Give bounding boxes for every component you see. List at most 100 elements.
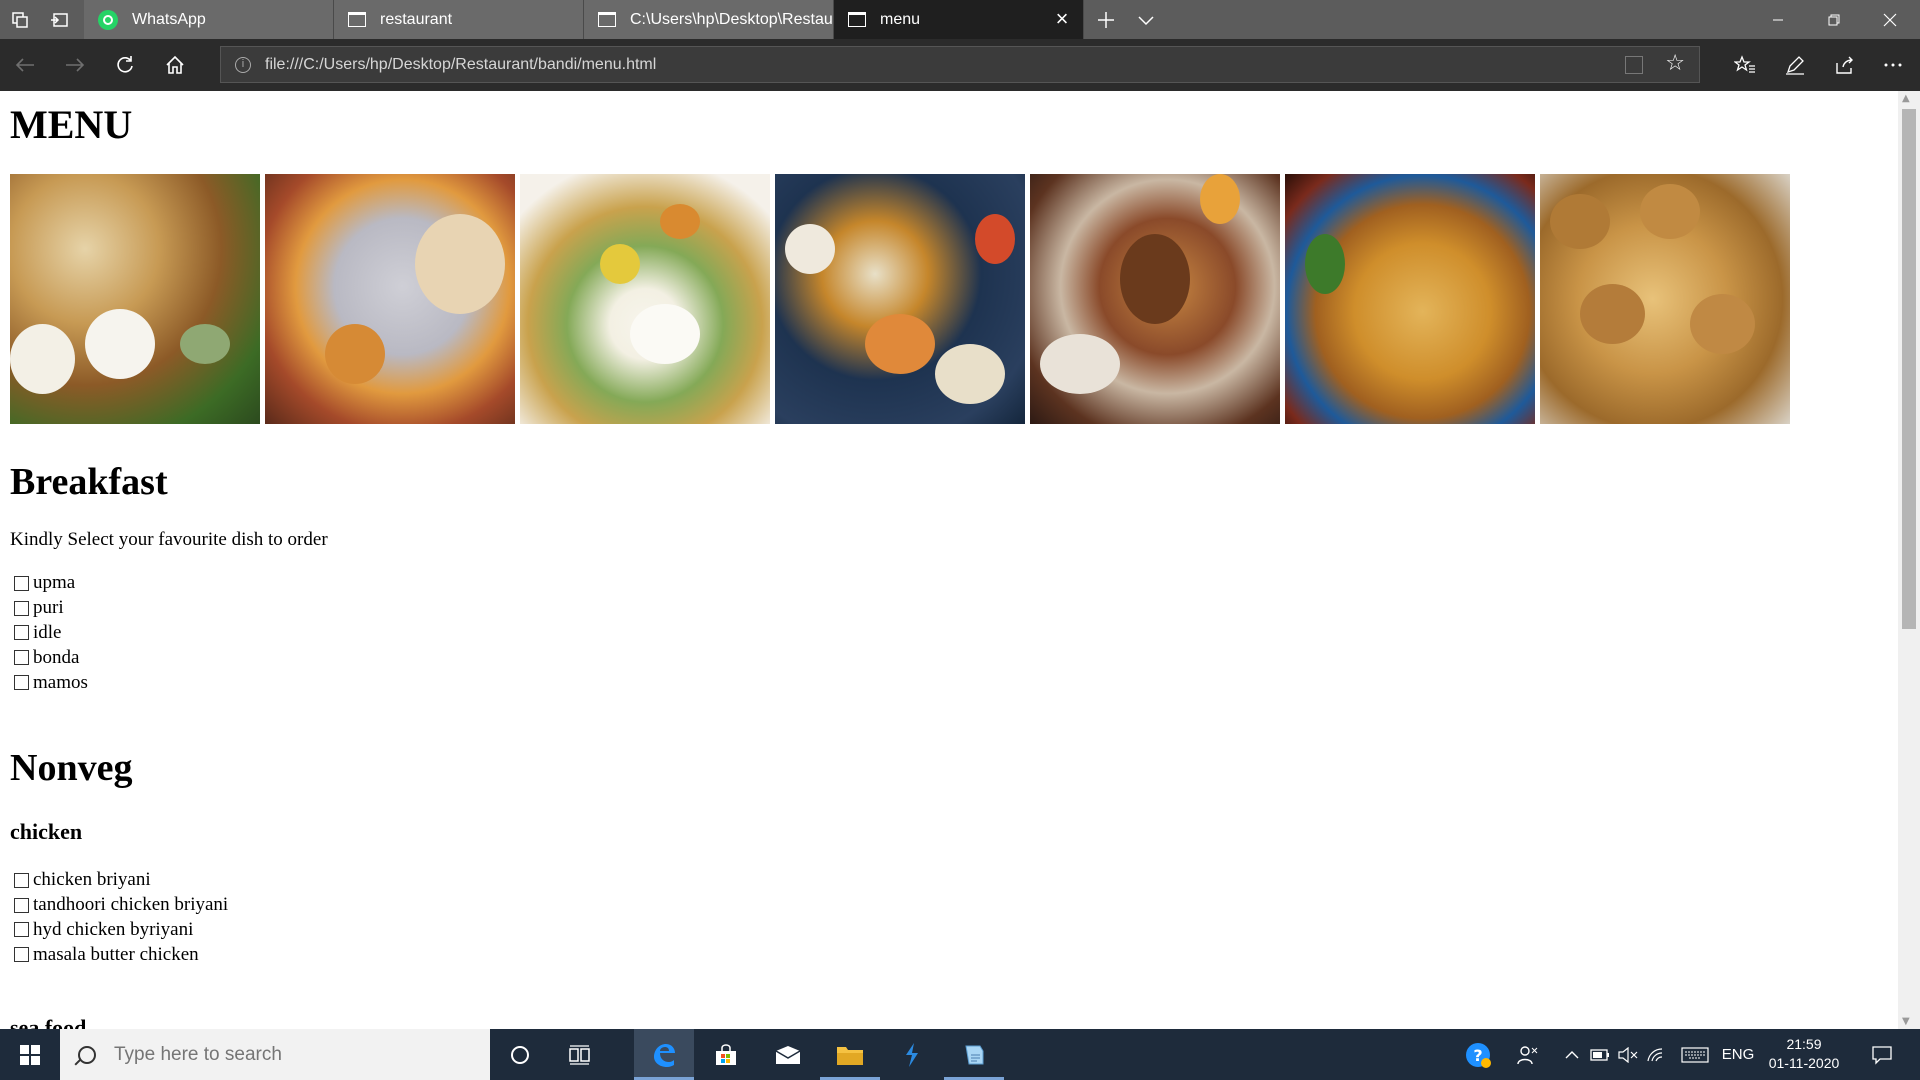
- set-aside-tabs-button[interactable]: [40, 0, 80, 39]
- people-icon: [1517, 1045, 1538, 1064]
- touch-keyboard-button[interactable]: [1680, 1029, 1710, 1080]
- taskbar-search-box[interactable]: [60, 1029, 490, 1080]
- option-label: mamos: [33, 671, 88, 693]
- edge-icon: [654, 1043, 675, 1067]
- checkbox[interactable]: [14, 650, 29, 666]
- tab-menu[interactable]: menu ×: [834, 0, 1084, 39]
- back-button[interactable]: [0, 39, 50, 91]
- food-photo-south-indian-thali: [520, 174, 770, 424]
- tab-desktop-restaurant[interactable]: C:\Users\hp\Desktop\Restau: [584, 0, 834, 39]
- nonveg-option-tandhoori-chicken-briyani[interactable]: tandhoori chicken briyani: [14, 893, 228, 918]
- refresh-button[interactable]: [100, 39, 150, 91]
- new-tab-button[interactable]: [1086, 0, 1126, 39]
- info-icon[interactable]: i: [235, 56, 251, 73]
- nonveg-option-chicken-briyani[interactable]: chicken briyani: [14, 868, 228, 893]
- breakfast-option-idle[interactable]: idle: [14, 621, 88, 646]
- food-photo-breakfast: [10, 174, 260, 424]
- option-label: masala butter chicken: [33, 943, 199, 965]
- home-button[interactable]: [150, 39, 200, 91]
- taskbar-file-explorer-app[interactable]: [820, 1029, 880, 1080]
- nonveg-option-hyd-chicken-byriyani[interactable]: hyd chicken byriyani: [14, 918, 228, 943]
- start-button[interactable]: [0, 1029, 60, 1080]
- wifi-icon: [1647, 1047, 1663, 1061]
- option-label: idle: [33, 621, 62, 643]
- help-tray-button[interactable]: ?: [1460, 1029, 1496, 1080]
- chevron-down-icon: [1138, 15, 1154, 25]
- food-photo-pastries: [1540, 174, 1790, 424]
- share-button[interactable]: [1820, 39, 1870, 91]
- cortana-button[interactable]: [490, 1029, 550, 1080]
- taskbar-vscode-app[interactable]: [882, 1029, 942, 1080]
- checkbox[interactable]: [14, 947, 29, 963]
- close-tab-icon[interactable]: ×: [1051, 8, 1073, 30]
- show-hidden-icons-button[interactable]: [1560, 1029, 1584, 1080]
- tab-overview-button[interactable]: [0, 0, 40, 39]
- tab-preview-button[interactable]: [1126, 0, 1166, 39]
- checkbox[interactable]: [14, 872, 29, 888]
- checkbox[interactable]: [14, 625, 29, 641]
- home-icon: [166, 55, 184, 74]
- page-icon: [848, 12, 866, 27]
- vertical-scrollbar[interactable]: ▲ ▼: [1898, 91, 1920, 1029]
- tab-label: restaurant: [380, 10, 453, 28]
- food-photo-noodles: [1285, 174, 1535, 424]
- option-label: chicken briyani: [33, 869, 151, 891]
- checkbox[interactable]: [14, 922, 29, 938]
- scroll-down-arrow-icon[interactable]: ▼: [1902, 1016, 1910, 1027]
- windows-logo-icon: [20, 1044, 40, 1065]
- tab-restaurant[interactable]: restaurant: [334, 0, 584, 39]
- system-clock[interactable]: 21:59 01-11-2020: [1756, 1035, 1852, 1073]
- speaker-muted-icon: [1618, 1046, 1638, 1063]
- taskbar-mail-app[interactable]: [758, 1029, 818, 1080]
- web-note-button[interactable]: [1770, 39, 1820, 91]
- breakfast-option-bonda[interactable]: bonda: [14, 645, 88, 670]
- restore-button[interactable]: [1806, 0, 1862, 39]
- battery-tray-button[interactable]: [1588, 1029, 1612, 1080]
- favorites-button[interactable]: [1720, 39, 1770, 91]
- breakfast-heading: Breakfast: [10, 461, 168, 503]
- favorite-star-icon[interactable]: ☆: [1665, 51, 1685, 76]
- reading-view-icon[interactable]: [1625, 56, 1643, 74]
- close-window-button[interactable]: [1862, 0, 1918, 39]
- more-options-button[interactable]: [1868, 39, 1918, 91]
- whatsapp-icon: [98, 9, 118, 30]
- windows-taskbar: ? ENG 21:59 01-11-2020: [0, 1029, 1920, 1080]
- input-language-button[interactable]: ENG: [1718, 1029, 1758, 1080]
- favorites-list-icon: [1734, 55, 1755, 73]
- food-gallery: [10, 174, 1790, 424]
- task-view-button[interactable]: [550, 1029, 610, 1080]
- food-photo-thali-plate: [265, 174, 515, 424]
- url-input[interactable]: [265, 55, 1565, 74]
- checkbox[interactable]: [14, 897, 29, 913]
- browser-tab-strip: WhatsApp restaurant C:\Users\hp\Desktop\…: [0, 0, 1920, 39]
- checkbox[interactable]: [14, 600, 29, 616]
- forward-button[interactable]: [50, 39, 100, 91]
- store-bag-icon: [716, 1043, 736, 1065]
- breakfast-option-mamos[interactable]: mamos: [14, 670, 88, 695]
- battery-icon: [1590, 1048, 1609, 1061]
- network-tray-button[interactable]: [1644, 1029, 1668, 1080]
- scrollbar-thumb[interactable]: [1902, 109, 1916, 629]
- volume-tray-button[interactable]: [1616, 1029, 1640, 1080]
- minimize-button[interactable]: [1750, 0, 1806, 39]
- address-bar[interactable]: i ☆: [220, 46, 1700, 83]
- browser-toolbar: i ☆: [0, 39, 1920, 91]
- cortana-circle-icon: [511, 1045, 529, 1064]
- action-center-button[interactable]: [1862, 1029, 1902, 1080]
- page-title: MENU: [10, 102, 133, 147]
- checkbox[interactable]: [14, 575, 29, 591]
- breakfast-option-puri[interactable]: puri: [14, 596, 88, 621]
- people-tray-button[interactable]: [1510, 1029, 1546, 1080]
- chicken-subheading: chicken: [10, 819, 83, 844]
- tab-whatsapp[interactable]: WhatsApp: [84, 0, 334, 39]
- scroll-up-arrow-icon[interactable]: ▲: [1902, 93, 1910, 104]
- checkbox[interactable]: [14, 675, 29, 691]
- clock-time: 21:59: [1786, 1036, 1822, 1052]
- option-label: puri: [33, 597, 64, 619]
- taskbar-edge-app[interactable]: [634, 1029, 694, 1080]
- breakfast-option-upma[interactable]: upma: [14, 571, 88, 596]
- taskbar-store-app[interactable]: [696, 1029, 756, 1080]
- taskbar-notepad-app[interactable]: [944, 1029, 1004, 1080]
- taskbar-search-input[interactable]: [114, 1043, 474, 1066]
- nonveg-option-masala-butter-chicken[interactable]: masala butter chicken: [14, 942, 228, 967]
